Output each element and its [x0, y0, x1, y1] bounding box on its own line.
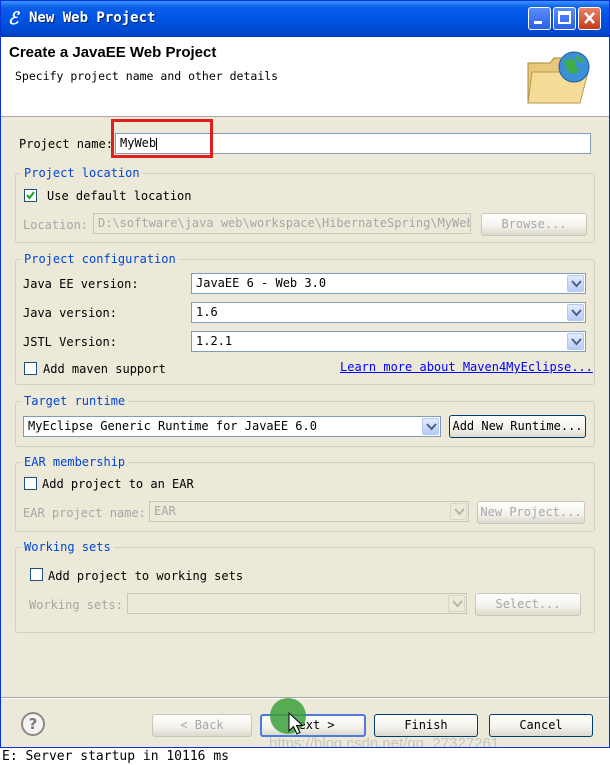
- jstl-version-select[interactable]: 1.2.1: [191, 331, 586, 352]
- location-input[interactable]: D:\software\java web\workspace\Hibernate…: [93, 213, 471, 234]
- jstl-version-value: 1.2.1: [196, 334, 233, 348]
- highlight-annotation: [111, 119, 213, 158]
- maximize-button[interactable]: [553, 7, 576, 30]
- javaee-version-value: JavaEE 6 - Web 3.0: [196, 276, 327, 290]
- window-title: New Web Project: [29, 10, 156, 26]
- new-ear-project-button[interactable]: New Project...: [477, 501, 585, 524]
- chevron-down-icon[interactable]: [567, 304, 584, 321]
- javaee-version-select[interactable]: JavaEE 6 - Web 3.0: [191, 273, 586, 294]
- wizard-description: Specify project name and other details: [15, 69, 279, 83]
- add-to-ear-checkbox[interactable]: [24, 477, 37, 490]
- use-default-location-label: Use default location: [47, 189, 192, 203]
- learn-more-maven-link[interactable]: Learn more about Maven4MyEclipse...: [340, 360, 593, 374]
- chevron-down-icon[interactable]: [422, 418, 439, 435]
- browse-button[interactable]: Browse...: [481, 213, 587, 236]
- add-maven-support-checkbox[interactable]: [24, 362, 37, 375]
- project-configuration-legend: Project configuration: [21, 252, 179, 266]
- target-runtime-value: MyEclipse Generic Runtime for JavaEE 6.0: [28, 419, 317, 433]
- cancel-button[interactable]: Cancel: [489, 714, 593, 737]
- add-to-working-sets-checkbox[interactable]: [30, 568, 43, 581]
- web-project-folder-icon: [527, 51, 590, 104]
- console-output-line: E: Server startup in 10116 ms: [0, 748, 610, 765]
- ear-membership-legend: EAR membership: [21, 455, 129, 469]
- add-maven-support-label: Add maven support: [43, 362, 166, 376]
- ear-project-name-select[interactable]: EAR: [149, 501, 469, 522]
- chevron-down-icon[interactable]: [567, 333, 584, 350]
- working-sets-label: Working sets:: [29, 598, 123, 612]
- finish-button[interactable]: Finish: [374, 714, 478, 737]
- select-working-sets-button[interactable]: Select...: [475, 593, 581, 616]
- javaee-version-label: Java EE version:: [23, 277, 139, 291]
- myeclipse-logo-icon: ℰ: [8, 9, 19, 29]
- title-bar[interactable]: ℰ New Web Project: [1, 1, 609, 37]
- ear-project-name-label: EAR project name:: [23, 506, 146, 520]
- ear-project-name-value: EAR: [154, 504, 176, 518]
- java-version-label: Java version:: [23, 306, 117, 320]
- working-sets-group: [15, 547, 595, 633]
- close-button[interactable]: [578, 7, 601, 30]
- jstl-version-label: JSTL Version:: [23, 335, 117, 349]
- location-label: Location:: [23, 218, 89, 232]
- use-default-location-checkbox[interactable]: [24, 189, 37, 202]
- target-runtime-legend: Target runtime: [21, 394, 129, 408]
- add-to-ear-label: Add project to an EAR: [42, 477, 194, 491]
- project-location-legend: Project location: [21, 166, 143, 180]
- add-new-runtime-button[interactable]: Add New Runtime...: [449, 415, 586, 438]
- wizard-header: Create a JavaEE Web Project Specify proj…: [1, 37, 609, 117]
- new-web-project-dialog: ℰ New Web Project Create a JavaEE Web Pr…: [0, 0, 610, 748]
- target-runtime-select[interactable]: MyEclipse Generic Runtime for JavaEE 6.0: [23, 416, 441, 437]
- java-version-select[interactable]: 1.6: [191, 302, 586, 323]
- help-icon[interactable]: ?: [21, 712, 45, 736]
- chevron-down-icon[interactable]: [450, 503, 467, 520]
- footer-separator: [1, 697, 609, 699]
- chevron-down-icon[interactable]: [448, 595, 465, 612]
- minimize-button[interactable]: [528, 7, 551, 30]
- working-sets-select[interactable]: [127, 593, 467, 614]
- wizard-title: Create a JavaEE Web Project: [9, 44, 217, 61]
- chevron-down-icon[interactable]: [567, 275, 584, 292]
- working-sets-legend: Working sets: [21, 540, 114, 554]
- watermark-text: https://blog.csdn.net/qq_27327261: [269, 735, 500, 748]
- back-button[interactable]: < Back: [152, 714, 252, 737]
- project-name-label: Project name:: [19, 137, 113, 151]
- add-to-working-sets-label: Add project to working sets: [48, 569, 244, 583]
- java-version-value: 1.6: [196, 305, 218, 319]
